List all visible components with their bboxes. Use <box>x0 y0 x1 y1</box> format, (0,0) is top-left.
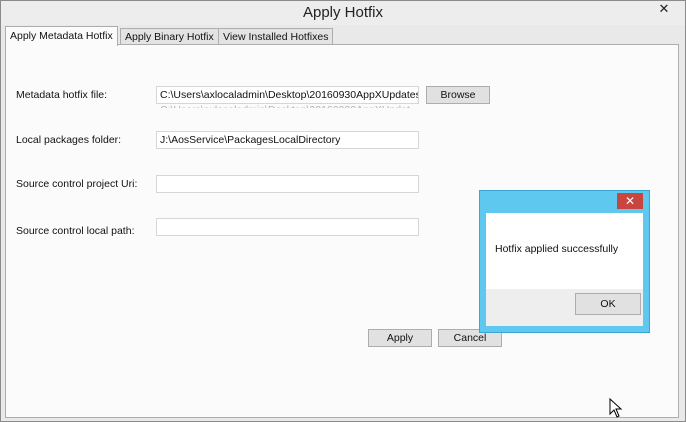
ok-button[interactable]: OK <box>575 293 641 315</box>
metadata-hotfix-file-field[interactable]: C:\Users\axlocaladmin\Desktop\20160930Ap… <box>156 86 419 104</box>
dialog-body: Hotfix applied successfully <box>486 213 643 289</box>
arrow-cursor-icon <box>609 398 623 418</box>
tab-view-installed-hotfixes[interactable]: View Installed Hotfixes <box>218 28 334 45</box>
dialog-close-button[interactable]: ✕ <box>617 193 643 209</box>
tab-apply-metadata-hotfix[interactable]: Apply Metadata Hotfix <box>5 26 118 46</box>
local-packages-folder-label: Local packages folder: <box>16 134 122 146</box>
browse-button[interactable]: Browse <box>426 86 490 104</box>
source-control-project-uri-field[interactable] <box>156 175 419 193</box>
source-control-local-path-label: Source control local path: <box>16 225 135 237</box>
metadata-hotfix-file-overflow: C:\Users\axlocaladmin\Desktop\20160930Ap… <box>160 104 410 108</box>
apply-button[interactable]: Apply <box>368 329 432 347</box>
success-dialog: ✕ Hotfix applied successfully OK <box>479 190 650 333</box>
window-close-button[interactable]: ✕ <box>651 1 677 17</box>
dialog-message: Hotfix applied successfully <box>495 243 619 255</box>
dialog-footer: OK <box>486 289 643 326</box>
local-packages-folder-field[interactable]: J:\AosService\PackagesLocalDirectory <box>156 131 419 149</box>
title-bar: Apply Hotfix ✕ <box>1 1 685 25</box>
source-control-project-uri-label: Source control project Uri: <box>16 178 138 190</box>
window-title: Apply Hotfix <box>302 4 384 21</box>
source-control-local-path-field[interactable] <box>156 218 419 236</box>
close-icon: ✕ <box>658 1 670 16</box>
metadata-hotfix-file-label: Metadata hotfix file: <box>16 89 108 101</box>
tab-apply-binary-hotfix[interactable]: Apply Binary Hotfix <box>120 28 219 45</box>
close-icon: ✕ <box>624 194 636 208</box>
